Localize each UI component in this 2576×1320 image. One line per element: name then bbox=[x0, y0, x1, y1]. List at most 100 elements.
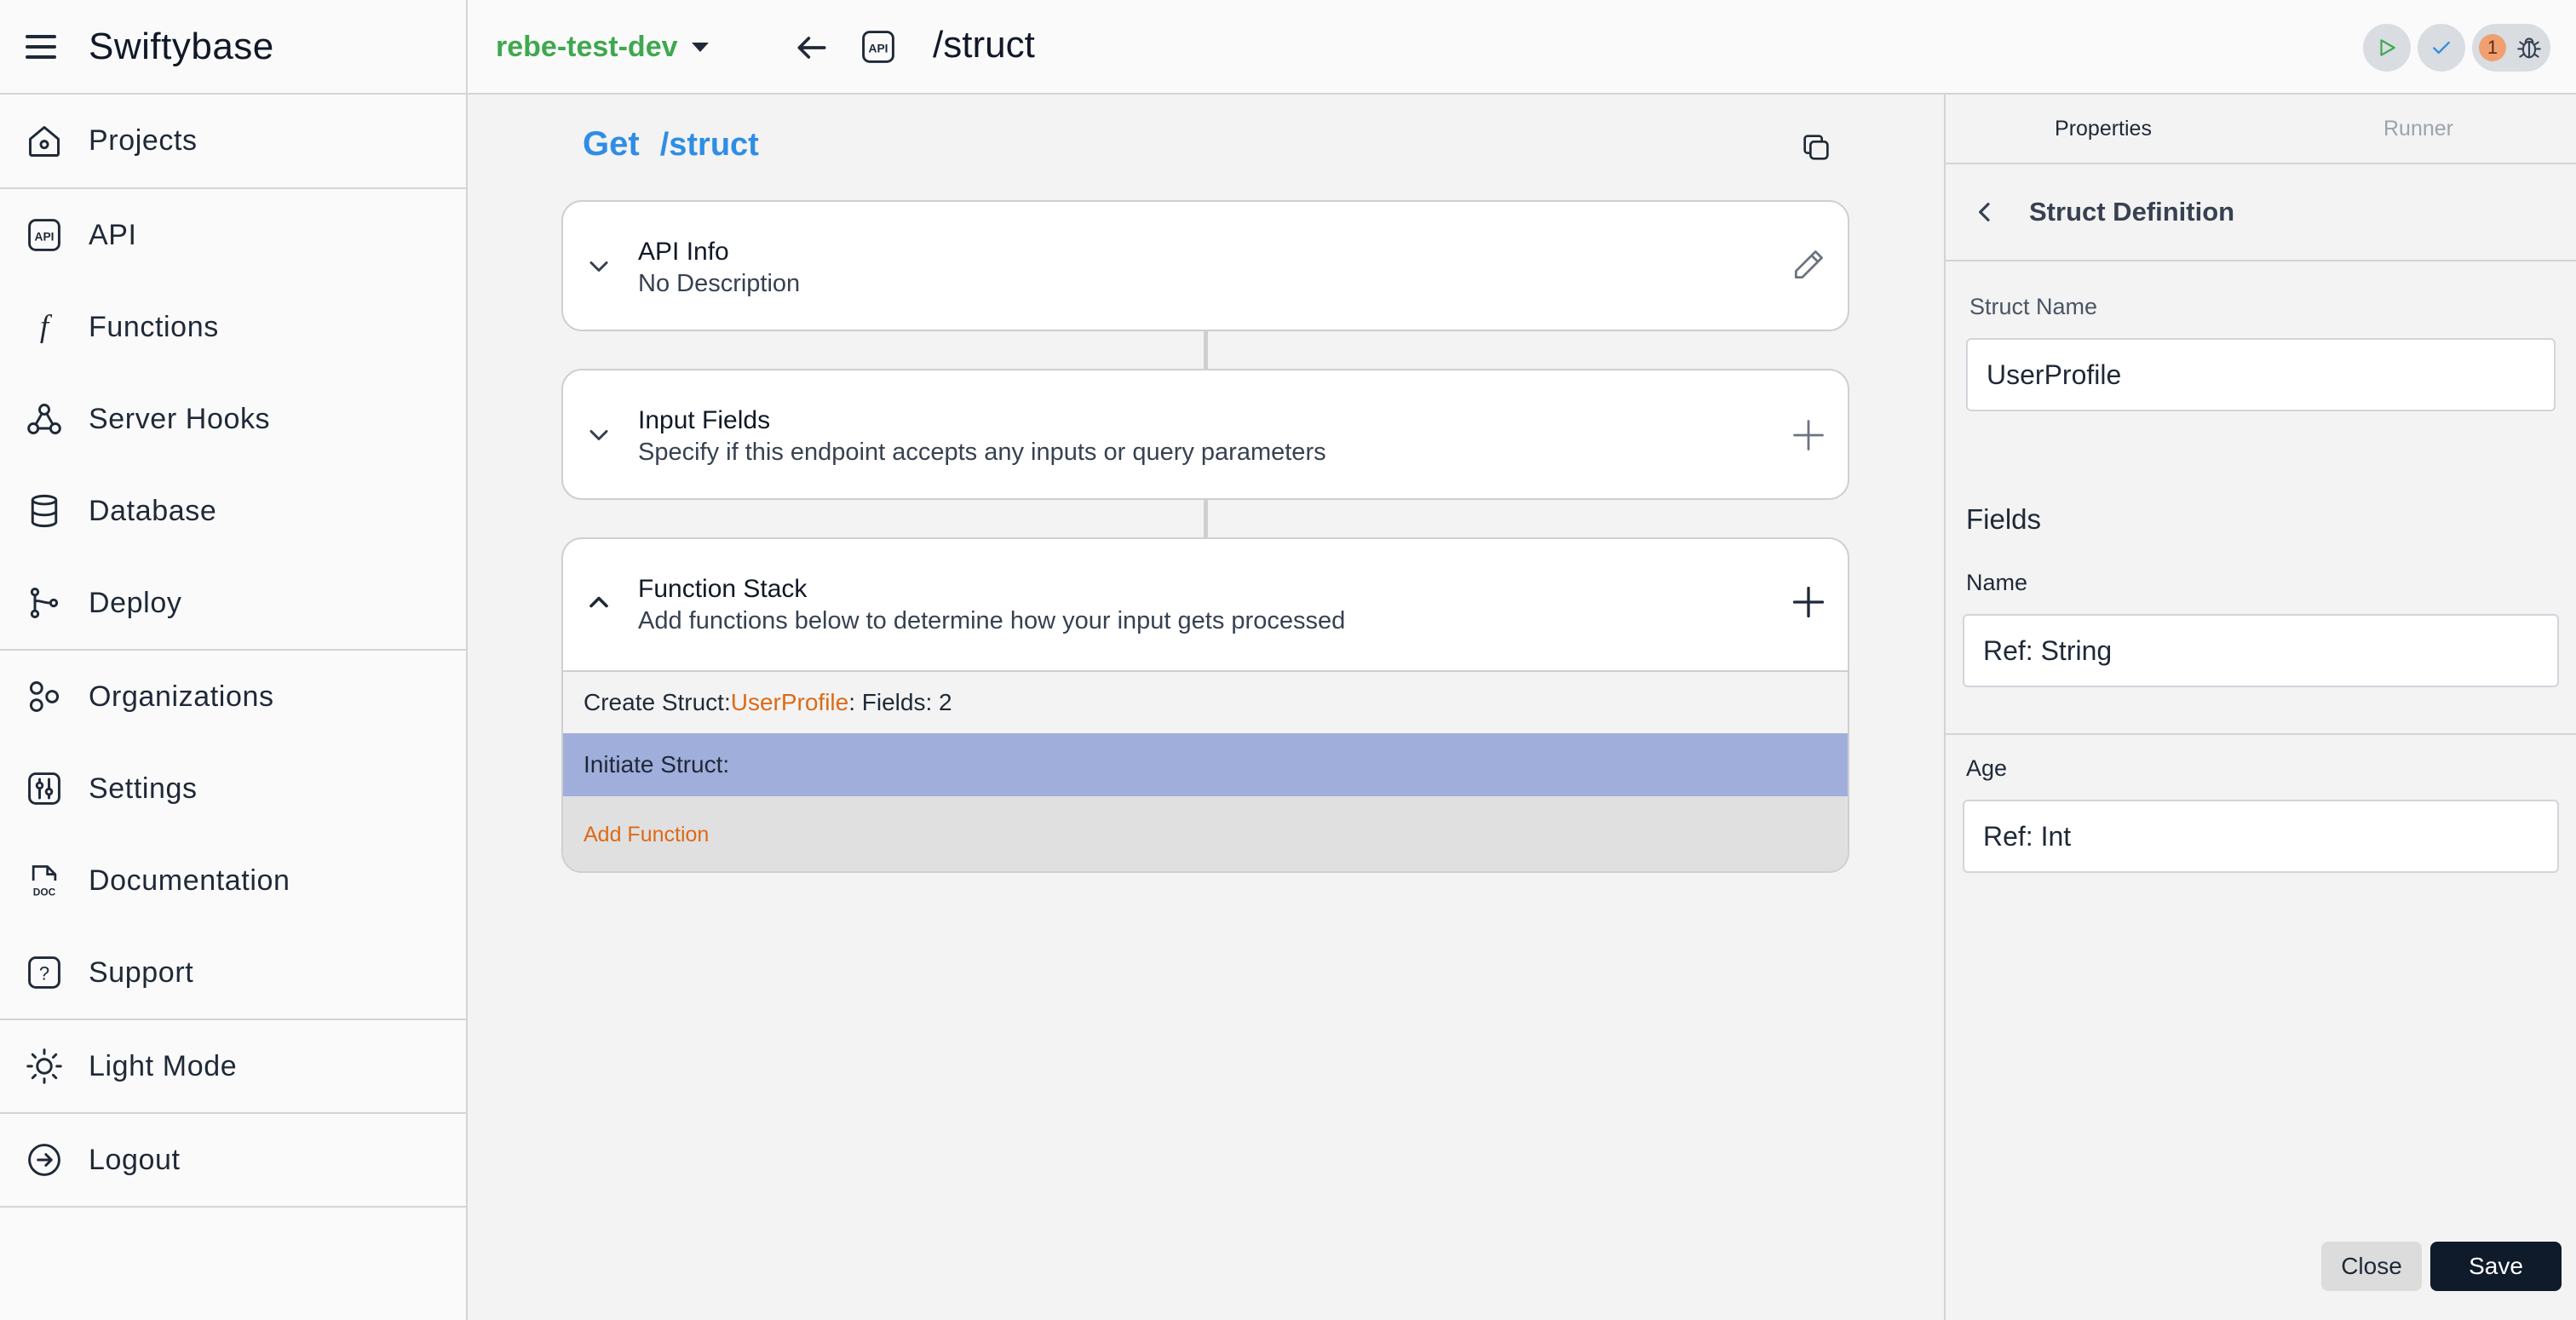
close-button[interactable]: Close bbox=[2321, 1242, 2422, 1291]
play-icon bbox=[2380, 39, 2395, 56]
chevron-up-icon[interactable] bbox=[584, 587, 614, 617]
field-input-name[interactable]: Ref: String bbox=[1963, 614, 2559, 687]
chevron-down-icon[interactable] bbox=[584, 251, 614, 282]
struct-name-label: Struct Name bbox=[1969, 294, 2098, 319]
card-subtitle: Add functions below to determine how you… bbox=[638, 607, 1346, 634]
http-method: Get bbox=[583, 125, 640, 163]
card-subtitle: Specify if this endpoint accepts any inp… bbox=[638, 439, 1326, 466]
divider bbox=[1946, 733, 2576, 735]
chevron-down-icon[interactable] bbox=[584, 420, 614, 451]
nav-group-logout: Logout bbox=[0, 1114, 466, 1208]
svg-text:f: f bbox=[40, 308, 53, 343]
card-title: Function Stack bbox=[638, 575, 808, 603]
nav-group-projects: Projects bbox=[0, 95, 466, 189]
run-button[interactable] bbox=[2363, 24, 2411, 72]
card-title: API Info bbox=[638, 238, 729, 266]
field-label-age: Age bbox=[1966, 755, 2008, 781]
field-label-name: Name bbox=[1966, 570, 2028, 595]
api-info-card: API Info No Description bbox=[561, 200, 1849, 331]
plus-icon[interactable] bbox=[1790, 416, 1827, 454]
function-row-initiate-struct[interactable]: Initiate Struct: bbox=[563, 733, 1848, 796]
sidebar-item-label: Functions bbox=[89, 310, 219, 343]
menu-icon[interactable] bbox=[26, 30, 60, 64]
svg-text:DOC: DOC bbox=[33, 886, 56, 898]
tab-properties[interactable]: Properties bbox=[1946, 95, 2261, 163]
sidebar-item-documentation[interactable]: DOC Documentation bbox=[0, 835, 466, 927]
database-icon bbox=[26, 492, 63, 530]
validate-button[interactable] bbox=[2418, 24, 2465, 72]
nav-group-theme: Light Mode bbox=[0, 1020, 466, 1114]
sidebar-item-label: API bbox=[89, 218, 137, 251]
back-arrow-icon[interactable] bbox=[793, 29, 831, 66]
debug-button[interactable]: 1 bbox=[2472, 24, 2550, 72]
sidebar-item-database[interactable]: Database bbox=[0, 465, 466, 557]
sidebar-item-label: Settings bbox=[89, 772, 198, 805]
issue-count-badge: 1 bbox=[2479, 34, 2506, 61]
page-title: /struct bbox=[933, 24, 1035, 66]
app-root: Swiftybase Projects API API f Functions … bbox=[0, 0, 2576, 1320]
function-icon: f bbox=[26, 308, 63, 346]
sidebar-item-label: Documentation bbox=[89, 864, 290, 897]
add-function-label: Add Function bbox=[584, 822, 710, 847]
function-row-create-struct[interactable]: Create Struct: UserProfile : Fields: 2 bbox=[563, 670, 1848, 733]
main-area: rebe-test-dev API /struct 1 Get /struct … bbox=[468, 0, 2576, 1320]
sidebar: Swiftybase Projects API API f Functions … bbox=[0, 0, 468, 1320]
sidebar-item-deploy[interactable]: Deploy bbox=[0, 557, 466, 649]
edit-icon[interactable] bbox=[1790, 246, 1827, 284]
input-fields-card: Input Fields Specify if this endpoint ac… bbox=[561, 369, 1849, 500]
sidebar-item-label: Support bbox=[89, 956, 194, 989]
function-stack-card: Function Stack Add functions below to de… bbox=[561, 537, 1849, 873]
help-icon: ? bbox=[26, 954, 63, 991]
endpoint-header: Get /struct bbox=[583, 125, 759, 164]
sidebar-item-api[interactable]: API API bbox=[0, 189, 466, 281]
plus-icon[interactable] bbox=[1790, 583, 1827, 621]
logout-icon bbox=[26, 1141, 63, 1179]
sidebar-item-server-hooks[interactable]: Server Hooks bbox=[0, 373, 466, 465]
fields-section-title: Fields bbox=[1966, 503, 2042, 535]
sidebar-item-organizations[interactable]: Organizations bbox=[0, 651, 466, 743]
struct-name-input[interactable]: UserProfile bbox=[1966, 338, 2556, 411]
sidebar-item-projects[interactable]: Projects bbox=[0, 95, 466, 187]
organizations-icon bbox=[26, 678, 63, 715]
sidebar-item-support[interactable]: ? Support bbox=[0, 927, 466, 1019]
api-icon: API bbox=[862, 31, 894, 63]
webhook-icon bbox=[26, 400, 63, 438]
struct-name-link[interactable]: UserProfile bbox=[731, 689, 848, 716]
top-actions: 1 bbox=[2363, 24, 2550, 72]
properties-panel: Properties Runner Struct Definition Stru… bbox=[1944, 95, 2576, 1320]
sidebar-item-label: Deploy bbox=[89, 586, 182, 619]
card-subtitle: No Description bbox=[638, 270, 801, 297]
field-input-age[interactable]: Ref: Int bbox=[1963, 800, 2559, 873]
connector-line bbox=[1204, 331, 1208, 369]
save-button[interactable]: Save bbox=[2430, 1242, 2562, 1291]
sidebar-item-label: Logout bbox=[89, 1143, 181, 1176]
sun-icon bbox=[26, 1047, 63, 1085]
app-title: Swiftybase bbox=[89, 25, 274, 67]
top-bar: rebe-test-dev API /struct 1 bbox=[468, 0, 2576, 95]
deploy-icon bbox=[26, 584, 63, 622]
doc-icon: DOC bbox=[26, 862, 63, 899]
add-function-button[interactable]: Add Function bbox=[563, 796, 1848, 871]
sidebar-item-label: Light Mode bbox=[89, 1049, 238, 1082]
sidebar-item-label: Organizations bbox=[89, 680, 274, 713]
nav-group-org: Organizations Settings DOC Documentation… bbox=[0, 651, 466, 1020]
content-area: Get /struct API Info No Description Inpu… bbox=[468, 95, 2576, 1320]
environment-dropdown[interactable]: rebe-test-dev bbox=[496, 31, 709, 64]
sidebar-item-light-mode[interactable]: Light Mode bbox=[0, 1020, 466, 1112]
panel-header: Struct Definition bbox=[1946, 164, 2576, 261]
sidebar-item-label: Database bbox=[89, 494, 217, 527]
settings-icon bbox=[26, 770, 63, 807]
panel-tabs: Properties Runner bbox=[1946, 95, 2576, 164]
copy-icon[interactable] bbox=[1799, 130, 1833, 164]
panel-title: Struct Definition bbox=[2029, 197, 2235, 227]
tab-runner[interactable]: Runner bbox=[2261, 95, 2576, 163]
sidebar-item-label: Server Hooks bbox=[89, 402, 271, 435]
check-icon bbox=[2433, 41, 2450, 55]
chevron-left-icon[interactable] bbox=[1971, 198, 1998, 226]
brand-header: Swiftybase bbox=[0, 0, 466, 95]
sidebar-item-functions[interactable]: f Functions bbox=[0, 281, 466, 373]
sidebar-item-settings[interactable]: Settings bbox=[0, 743, 466, 835]
nav-group-main: API API f Functions Server Hooks Databas… bbox=[0, 189, 466, 651]
sidebar-item-logout[interactable]: Logout bbox=[0, 1114, 466, 1206]
endpoint-canvas: Get /struct API Info No Description Inpu… bbox=[468, 95, 1944, 1320]
